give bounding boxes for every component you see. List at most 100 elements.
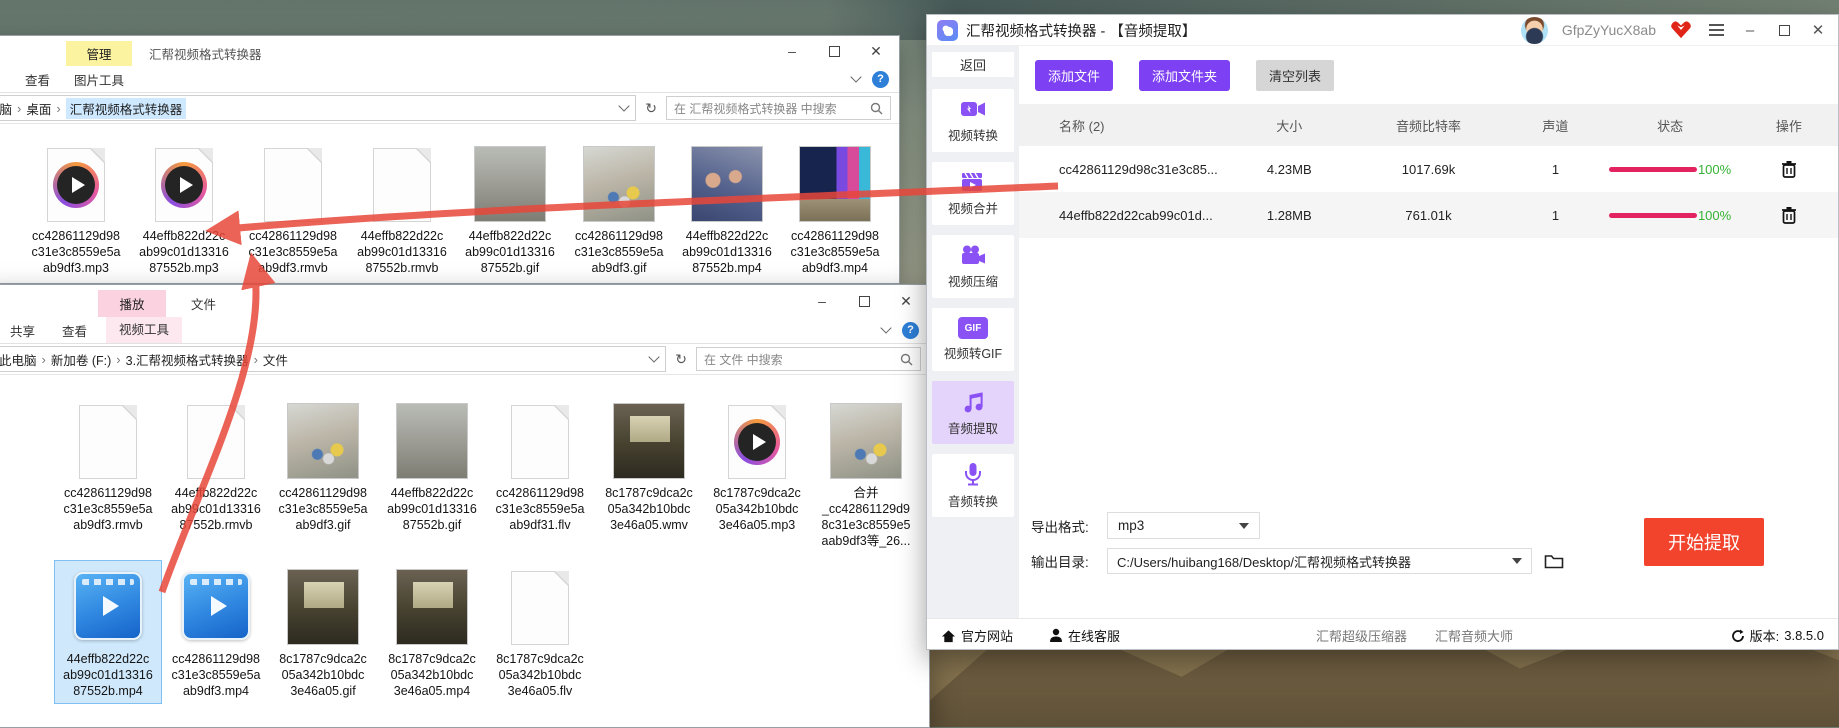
file-item[interactable]: cc42861129d98 c31e3c8559e5a ab9df3.mp3 — [23, 138, 129, 276]
help-icon[interactable]: ? — [872, 71, 889, 88]
file-item[interactable]: cc42861129d98 c31e3c8559e5a ab9df3.mp4 — [163, 561, 269, 699]
search-box[interactable]: 在 汇帮视频格式转换器 中搜索 — [666, 96, 891, 120]
file-item[interactable]: cc42861129d98 c31e3c8559e5a ab9df31.flv — [487, 395, 593, 533]
delete-trash-icon[interactable] — [1781, 160, 1797, 178]
address-bar[interactable]: 此电脑› 新加卷 (F:)› 3.汇帮视频格式转换器› 文件 — [0, 346, 666, 372]
open-folder-icon[interactable] — [1544, 553, 1564, 569]
maximize-icon — [829, 46, 840, 57]
search-box[interactable]: 在 文件 中搜索 — [696, 347, 921, 371]
address-dropdown-icon[interactable] — [619, 100, 630, 111]
minimize-button[interactable]: – — [801, 285, 843, 317]
breadcrumb-folder[interactable]: 3.汇帮视频格式转换器 — [126, 350, 249, 369]
add-folder-button[interactable]: 添加文件夹 — [1139, 60, 1230, 91]
ribbon-tab-view[interactable]: 查看 — [52, 321, 97, 340]
clear-list-button[interactable]: 清空列表 — [1256, 60, 1334, 91]
ribbon-collapse-icon[interactable] — [880, 322, 891, 333]
sidebar-item-video-to-gif[interactable]: GIF 视频转GIF — [932, 308, 1014, 371]
help-icon[interactable]: ? — [902, 322, 919, 339]
file-item[interactable]: 8c1787c9dca2c 05a342b10bdc 3e46a05.mp4 — [379, 561, 485, 699]
file-item[interactable]: 44effb822d22c ab99c01d13316 87552b.mp3 — [131, 138, 237, 276]
audio-master-link[interactable]: 汇帮音频大师 — [1435, 626, 1513, 645]
ribbon-tab-view[interactable]: 查看 — [15, 70, 60, 89]
maximize-button[interactable] — [1774, 25, 1794, 36]
file-item[interactable]: 44effb822d22c ab99c01d13316 87552b.rmvb — [349, 138, 455, 276]
titlebar: 播放 文件 – ✕ — [0, 285, 929, 317]
username[interactable]: GfpZyYucX8ab — [1562, 22, 1656, 38]
close-button[interactable]: ✕ — [885, 285, 927, 317]
minimize-button[interactable]: – — [1740, 22, 1760, 39]
breadcrumb-desktop[interactable]: 桌面 — [26, 99, 51, 118]
ribbon-tab-picture-tools[interactable]: 图片工具 — [66, 70, 132, 89]
breadcrumb-folder[interactable]: 汇帮视频格式转换器 — [66, 98, 187, 119]
file-item[interactable]: 44effb822d22c ab99c01d13316 87552b.gif — [379, 395, 485, 533]
file-item[interactable]: cc42861129d98 c31e3c8559e5a ab9df3.rmvb — [240, 138, 346, 276]
ribbon-tab-play[interactable]: 播放 — [98, 290, 166, 317]
breadcrumb-pc[interactable]: 此电脑 — [0, 350, 37, 369]
explorer-window-bottom: 播放 文件 – ✕ 共享 查看 视频工具 ? 此电脑› 新加卷 (F:)› 3.… — [0, 284, 930, 728]
breadcrumb-pc[interactable]: 电脑 — [0, 99, 12, 118]
file-name: 8c1787c9dca2c 05a342b10bdc 3e46a05.flv — [487, 651, 593, 699]
add-file-button[interactable]: 添加文件 — [1035, 60, 1113, 91]
refresh-icon[interactable]: ↻ — [642, 100, 660, 117]
file-item[interactable]: 合并 _cc42861129d9 8c31e3c8559e5 aab9df3等_… — [813, 395, 919, 549]
sidebar-item-audio-convert[interactable]: 音频转换 — [932, 454, 1014, 517]
online-service-link[interactable]: 在线客服 — [1049, 626, 1120, 645]
ribbon-tab-manage[interactable]: 管理 — [66, 41, 132, 66]
maximize-button[interactable] — [813, 36, 855, 66]
address-dropdown-icon[interactable] — [649, 351, 660, 362]
refresh-icon[interactable] — [1731, 629, 1745, 643]
vip-heart-icon[interactable] — [1670, 20, 1692, 40]
super-compressor-link[interactable]: 汇帮超级压缩器 — [1316, 626, 1407, 645]
maximize-button[interactable] — [843, 285, 885, 317]
file-item[interactable]: 8c1787c9dca2c 05a342b10bdc 3e46a05.flv — [487, 561, 593, 699]
close-button[interactable]: ✕ — [1808, 21, 1828, 39]
minimize-button[interactable]: – — [771, 36, 813, 66]
ribbon-tab-video-tools[interactable]: 视频工具 — [106, 317, 182, 343]
file-name: cc42861129d98 c31e3c8559e5a ab9df31.flv — [487, 485, 593, 533]
app-main-panel: 添加文件 添加文件夹 清空列表 名称 (2) 大小 音频比特率 声道 状态 操作… — [1019, 46, 1838, 618]
ribbon-collapse-icon[interactable] — [850, 71, 861, 82]
file-item[interactable]: cc42861129d98 c31e3c8559e5a ab9df3.rmvb — [55, 395, 161, 533]
document-file-icon — [187, 405, 245, 479]
breadcrumb-subfolder[interactable]: 文件 — [263, 350, 288, 369]
table-row[interactable]: cc42861129d98c31e3c85... 4.23MB 1017.69k… — [1019, 146, 1838, 192]
sidebar-item-video-convert[interactable]: 视频转换 — [932, 89, 1014, 152]
sidebar-item-video-compress[interactable]: 视频压缩 — [932, 235, 1014, 298]
ribbon-tab-share[interactable]: 共享 — [0, 321, 45, 340]
file-item[interactable]: cc42861129d98 c31e3c8559e5a ab9df3.gif — [566, 138, 672, 276]
official-site-link[interactable]: 官方网站 — [941, 626, 1013, 645]
document-file-icon — [373, 148, 431, 222]
sidebar-item-video-merge[interactable]: 视频合并 — [932, 162, 1014, 225]
menu-button[interactable] — [1706, 21, 1726, 39]
delete-trash-icon[interactable] — [1781, 206, 1797, 224]
video-file-icon — [74, 572, 142, 640]
file-item-selected[interactable]: 44effb822d22c ab99c01d13316 87552b.mp4 — [55, 561, 161, 703]
file-item[interactable]: 8c1787c9dca2c 05a342b10bdc 3e46a05.mp3 — [704, 395, 810, 533]
file-name: 44effb822d22c ab99c01d13316 87552b.mp4 — [55, 651, 161, 699]
file-name: 8c1787c9dca2c 05a342b10bdc 3e46a05.wmv — [596, 485, 702, 533]
address-bar[interactable]: 电脑› 桌面› 汇帮视频格式转换器 — [0, 95, 636, 121]
file-item[interactable]: cc42861129d98 c31e3c8559e5a ab9df3.gif — [270, 395, 376, 533]
back-button[interactable]: 返回 — [932, 52, 1014, 77]
file-item[interactable]: 44effb822d22c ab99c01d13316 87552b.rmvb — [163, 395, 269, 533]
breadcrumb-drive[interactable]: 新加卷 (F:) — [51, 350, 111, 369]
sidebar-item-audio-extract[interactable]: 音频提取 — [932, 381, 1014, 444]
microphone-icon — [959, 461, 987, 487]
output-dir-select[interactable]: C:/Users/huibang168/Desktop/汇帮视频格式转换器 — [1107, 548, 1532, 574]
cell-channels: 1 — [1510, 162, 1600, 177]
file-item[interactable]: cc42861129d98 c31e3c8559e5a ab9df3.mp4 — [782, 138, 888, 276]
file-item[interactable]: 44effb822d22c ab99c01d13316 87552b.mp4 — [674, 138, 780, 276]
mp3-file-icon — [728, 405, 786, 479]
file-item[interactable]: 44effb822d22c ab99c01d13316 87552b.gif — [457, 138, 563, 276]
start-extract-button[interactable]: 开始提取 — [1644, 518, 1764, 566]
file-name: cc42861129d98 c31e3c8559e5a ab9df3.gif — [566, 228, 672, 276]
file-item[interactable]: 8c1787c9dca2c 05a342b10bdc 3e46a05.wmv — [596, 395, 702, 533]
file-item[interactable]: 8c1787c9dca2c 05a342b10bdc 3e46a05.gif — [270, 561, 376, 699]
table-row[interactable]: 44effb822d22cab99c01d... 1.28MB 761.01k … — [1019, 192, 1838, 238]
export-format-select[interactable]: mp3 — [1107, 512, 1260, 539]
sidebar-item-label: 视频转GIF — [944, 343, 1002, 362]
close-button[interactable]: ✕ — [855, 36, 897, 66]
avatar[interactable] — [1521, 17, 1548, 44]
refresh-icon[interactable]: ↻ — [672, 351, 690, 368]
file-name: 44effb822d22c ab99c01d13316 87552b.gif — [457, 228, 563, 276]
